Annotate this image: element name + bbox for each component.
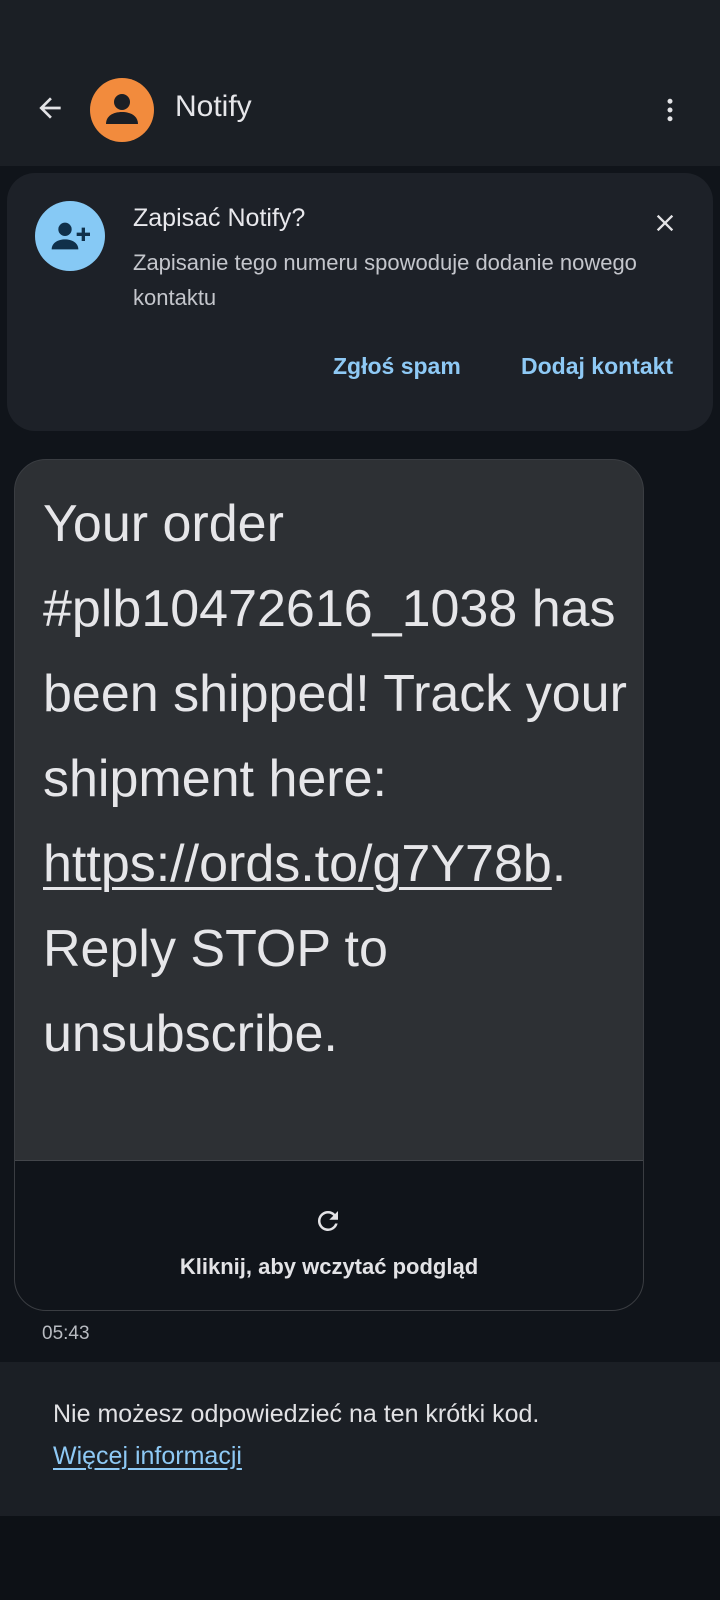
link-preview-loader[interactable]: Kliknij, aby wczytać podgląd — [15, 1160, 643, 1310]
back-button[interactable] — [28, 86, 72, 130]
dismiss-card-button[interactable] — [643, 201, 687, 245]
save-card-description: Zapisanie tego numeru spowoduje dodanie … — [133, 250, 637, 310]
add-contact-avatar — [35, 201, 105, 271]
top-app-bar: Notify — [0, 0, 720, 166]
close-icon — [656, 214, 674, 232]
more-options-button[interactable] — [648, 88, 692, 132]
person-icon — [106, 94, 138, 124]
message-body-start: Your order #plb10472616_1038 has been sh… — [43, 495, 627, 808]
contact-avatar[interactable] — [90, 78, 154, 142]
arrow-left-icon — [39, 97, 61, 119]
save-card-title: Zapisać Notify? — [133, 204, 306, 232]
reply-disabled-notice: Nie możesz odpowiedzieć na ten krótki ko… — [0, 1362, 720, 1516]
save-contact-card: Zapisać Notify? Zapisanie tego numeru sp… — [7, 173, 713, 431]
refresh-icon — [317, 1211, 338, 1231]
report-spam-button[interactable]: Zgłoś spam — [333, 353, 461, 380]
navigation-bar-area — [0, 1516, 720, 1600]
reload-icon-wrap — [308, 1201, 348, 1241]
notice-text: Nie możesz odpowiedzieć na ten krótki ko… — [53, 1400, 540, 1428]
person-add-icon — [51, 222, 90, 250]
message-timestamp: 05:43 — [42, 1323, 90, 1344]
conversation-title: Notify — [175, 90, 252, 123]
more-info-link[interactable]: Więcej informacji — [53, 1442, 242, 1471]
more-vert-icon — [667, 98, 673, 122]
load-preview-label: Kliknij, aby wczytać podgląd — [179, 1254, 479, 1279]
tracking-link[interactable]: https://ords.to/g7Y78b — [43, 835, 552, 893]
message-text: Your order #plb10472616_1038 has been sh… — [43, 482, 643, 1077]
message-bubble[interactable]: Your order #plb10472616_1038 has been sh… — [14, 459, 644, 1311]
add-contact-button[interactable]: Dodaj kontakt — [521, 353, 673, 380]
